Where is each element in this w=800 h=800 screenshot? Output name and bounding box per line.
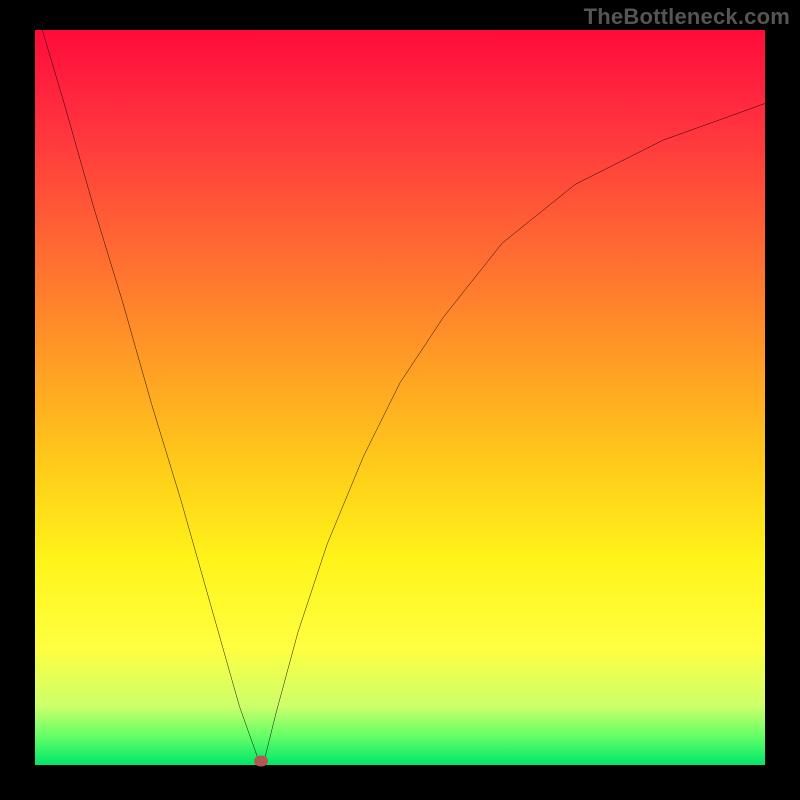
curve-svg xyxy=(35,30,765,765)
bottleneck-curve xyxy=(42,30,765,761)
plot-area xyxy=(35,30,765,765)
watermark-text: TheBottleneck.com xyxy=(584,4,790,30)
optimum-marker xyxy=(254,756,268,767)
chart-frame: TheBottleneck.com xyxy=(0,0,800,800)
